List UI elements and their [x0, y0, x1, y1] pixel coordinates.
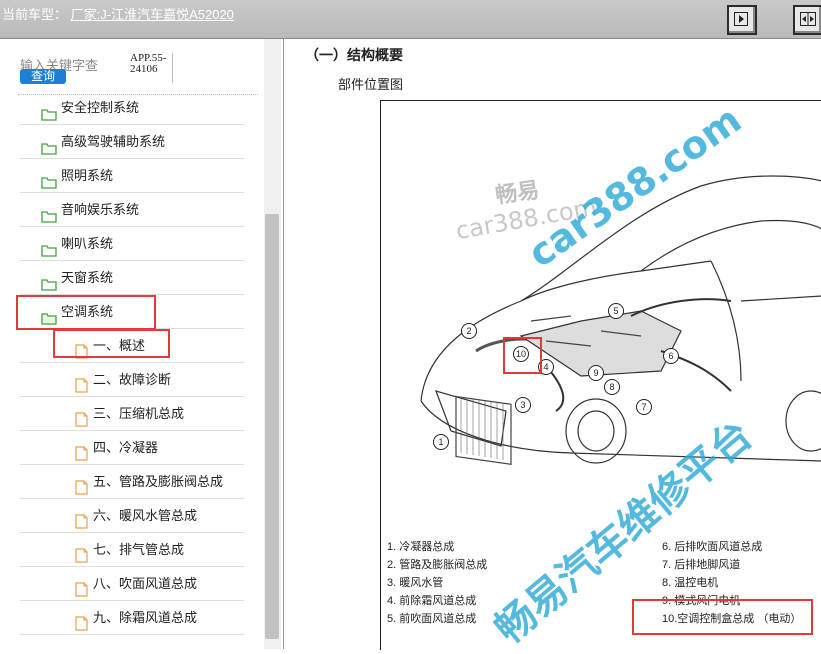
callout-6: 6 — [663, 348, 679, 364]
folder-icon — [41, 177, 57, 189]
tree-item-label: 九、除霜风道总成 — [93, 610, 198, 625]
tree-doc-item[interactable]: 四、冷凝器 — [20, 431, 244, 465]
callout-1: 1 — [433, 434, 449, 450]
legend-item: 1. 冷凝器总成 — [387, 541, 455, 553]
tree-folder-item[interactable]: 喇叭系统 — [20, 227, 244, 261]
tree-folder-item[interactable]: 天窗系统 — [20, 261, 244, 295]
door-line — [740, 295, 821, 302]
callout-9: 9 — [588, 365, 604, 381]
tree-item-label: 音响娱乐系统 — [61, 202, 140, 217]
tree-item-label: 八、吹面风道总成 — [93, 576, 198, 591]
folder-icon — [41, 143, 57, 155]
legend-item: 4. 前除霜风道总成 — [387, 595, 477, 607]
tree-folder-item[interactable]: 照明系统 — [20, 159, 244, 193]
document-icon — [75, 480, 88, 495]
tree-item-label: 喇叭系统 — [61, 236, 114, 251]
tree-folder-item[interactable]: 安全控制系统 — [20, 91, 244, 125]
legend-item: 2. 管路及膨胀阀总成 — [387, 559, 488, 571]
tree-doc-item[interactable]: 七、排气管总成 — [20, 533, 244, 567]
car-lower-line — [420, 400, 821, 462]
expand-right-button[interactable] — [727, 5, 757, 35]
tree-doc-item[interactable]: 二、故障诊断 — [20, 363, 244, 397]
rear-wheel — [785, 390, 821, 452]
tree-item-label: 高级驾驶辅助系统 — [61, 134, 166, 149]
legend-item: 3. 暖风水管 — [387, 577, 444, 589]
search-button[interactable]: 查询 — [20, 69, 66, 84]
vehicle-title-prefix: 当前车型： — [2, 7, 68, 22]
callout-3: 3 — [515, 397, 531, 413]
callout-7: 7 — [636, 399, 652, 415]
tree-item-label: 照明系统 — [61, 168, 114, 183]
document-icon — [75, 446, 88, 461]
doc-icon-wrap — [75, 610, 88, 643]
folder-icon — [41, 245, 57, 257]
tree-item-label: 天窗系统 — [61, 270, 114, 285]
hood-line — [520, 260, 712, 302]
document-icon — [75, 616, 88, 631]
split-panes-button[interactable] — [793, 5, 821, 35]
title-bar: 当前车型： 厂家:J-江淮汽车嘉悦A52020 — [0, 0, 821, 39]
tree-item-label: 三、压缩机总成 — [93, 406, 185, 421]
tree-doc-item[interactable]: 三、压缩机总成 — [20, 397, 244, 431]
tree-doc-item[interactable]: 八、吹面风道总成 — [20, 567, 244, 601]
sidebar-scroll-thumb[interactable] — [265, 214, 279, 639]
tree-folder-item[interactable]: 高级驾驶辅助系统 — [20, 125, 244, 159]
vehicle-model: 厂家:J-江淮汽车嘉悦A52020 — [70, 7, 234, 22]
front-wheel-hub — [577, 410, 615, 452]
tree-doc-item[interactable]: 九、除霜风道总成 — [20, 601, 244, 635]
tree-item-label: 六、暖风水管总成 — [93, 508, 198, 523]
highlight-legend-10 — [632, 599, 813, 635]
app-code: APP.55-24106 — [130, 53, 173, 83]
section-title: （一）结构概要 — [305, 48, 403, 64]
tree-doc-item[interactable]: 五、管路及膨胀阀总成 — [20, 465, 244, 499]
legend-item: 8. 温控电机 — [662, 577, 719, 589]
callout-5: 5 — [608, 303, 624, 319]
tree-item-label: 四、冷凝器 — [93, 440, 159, 455]
split-panes-icon — [800, 12, 816, 26]
tree-item-label: 五、管路及膨胀阀总成 — [93, 474, 224, 489]
tree-folder-item[interactable]: 音响娱乐系统 — [20, 193, 244, 227]
legend-item: 7. 后排地脚风道 — [662, 559, 741, 571]
a-pillar — [710, 260, 742, 382]
callout-8: 8 — [604, 379, 620, 395]
document-icon — [75, 582, 88, 597]
document-icon — [75, 378, 88, 393]
windshield — [640, 219, 821, 272]
expand-right-icon — [734, 12, 748, 26]
highlight-callout-10 — [503, 337, 542, 374]
folder-icon — [41, 279, 57, 291]
folder-icon — [41, 211, 57, 223]
tree-item-label: 安全控制系统 — [61, 100, 140, 115]
document-icon — [75, 514, 88, 529]
tree-item-label: 七、排气管总成 — [93, 542, 185, 557]
highlight-overview — [53, 329, 170, 358]
legend-item: 5. 前吹面风道总成 — [387, 613, 477, 625]
document-icon — [75, 412, 88, 427]
callout-2: 2 — [461, 323, 477, 339]
tree-item-label: 二、故障诊断 — [93, 372, 172, 387]
tree-doc-item[interactable]: 六、暖风水管总成 — [20, 499, 244, 533]
highlight-ac-system — [16, 295, 156, 330]
folder-icon — [41, 109, 57, 121]
car-diagram — [420, 175, 821, 465]
vehicle-title: 当前车型： 厂家:J-江淮汽车嘉悦A52020 — [2, 4, 234, 23]
document-icon — [75, 548, 88, 563]
legend-item: 6. 后排吹面风道总成 — [662, 541, 763, 553]
sub-title: 部件位置图 — [338, 78, 404, 93]
